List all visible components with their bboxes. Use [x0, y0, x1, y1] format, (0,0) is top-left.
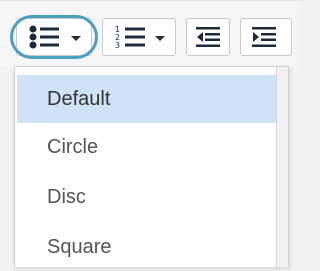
- increase-indent-button[interactable]: [240, 18, 292, 56]
- chevron-down-icon[interactable]: [154, 35, 166, 43]
- svg-text:3: 3: [115, 41, 120, 50]
- menu-item-default[interactable]: Default: [17, 75, 286, 123]
- chevron-down-icon[interactable]: [70, 35, 82, 43]
- numbered-list-button[interactable]: 1 2 3: [102, 18, 176, 56]
- indent-icon: [252, 27, 276, 47]
- menu-item-square[interactable]: Square: [17, 223, 286, 271]
- outdent-icon: [196, 27, 220, 47]
- formatting-toolbar: 1 2 3: [0, 0, 300, 67]
- bullet-list-button[interactable]: [16, 18, 92, 56]
- numbered-list-icon: 1 2 3: [115, 25, 145, 50]
- dropdown-edge: [276, 67, 288, 267]
- menu-item-disc[interactable]: Disc: [17, 173, 286, 221]
- bullet-list-icon: [29, 25, 59, 49]
- decrease-indent-button[interactable]: [186, 18, 230, 56]
- bullet-style-dropdown: Default Circle Disc Square: [14, 66, 289, 267]
- menu-item-circle[interactable]: Circle: [17, 123, 286, 171]
